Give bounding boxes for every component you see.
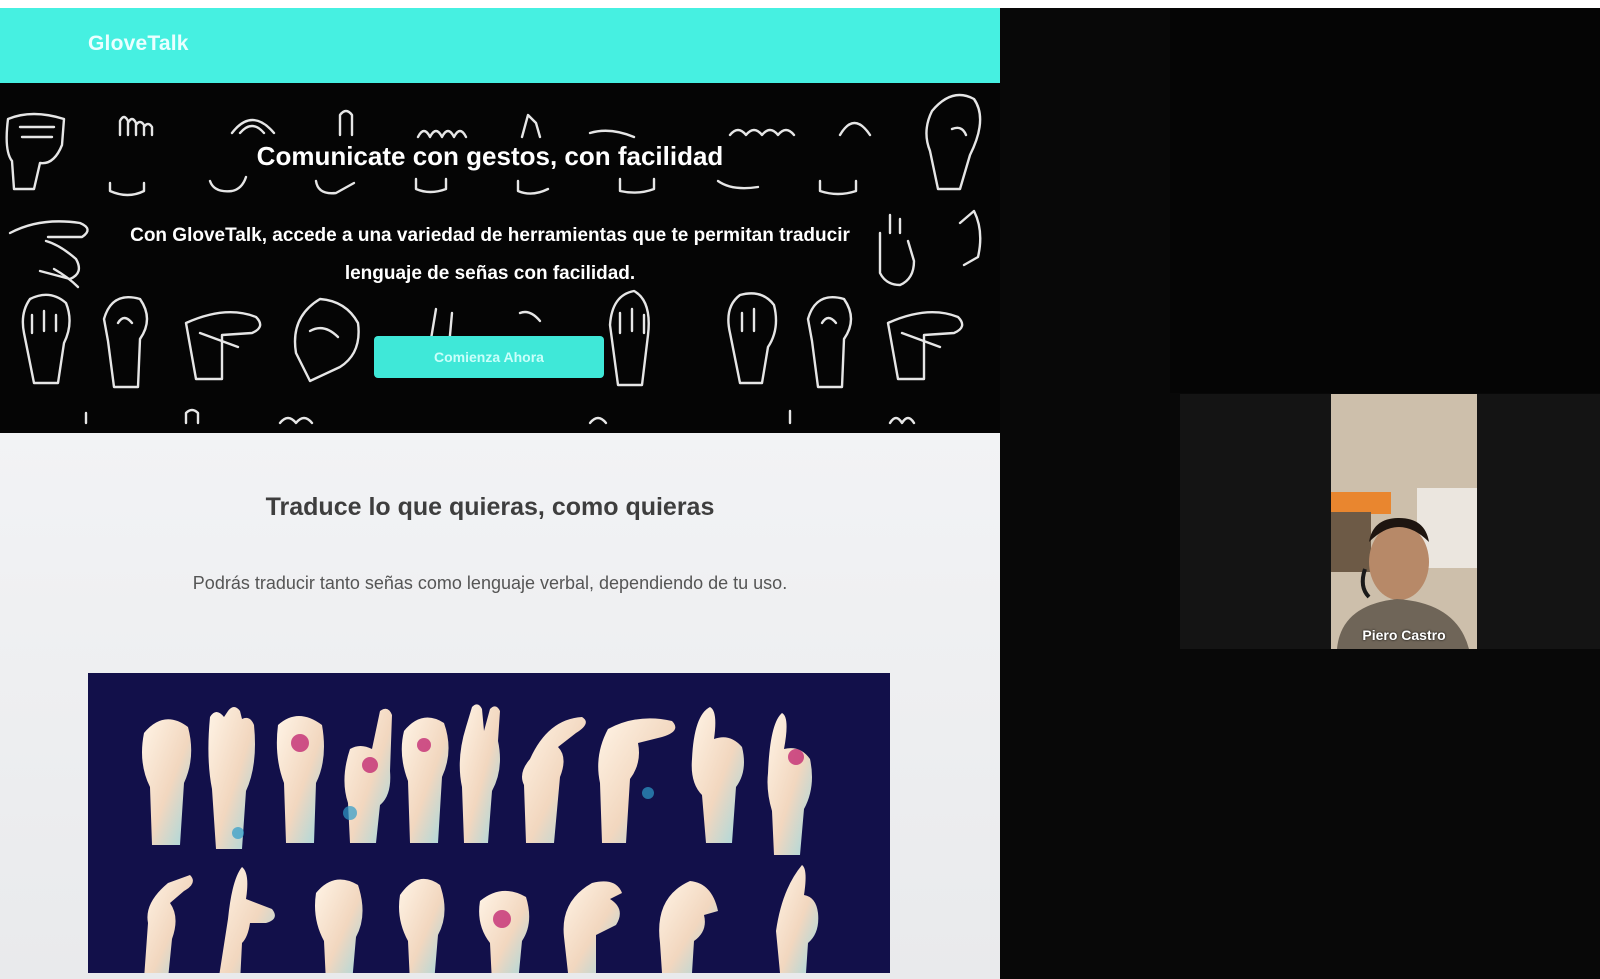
hero-subtitle: Con GloveTalk, accede a una variedad de … [130,225,850,284]
navbar: GloveTalk [0,8,1000,83]
shared-webpage: GloveTalk Comunicate con gestos, con fac… [0,8,1000,979]
hero-section: Comunicate con gestos, con facilidad Con… [0,83,1000,433]
section-description: Podrás traducir tanto señas como lenguaj… [192,573,788,593]
top-strip [0,0,1600,8]
hero-title: Comunicate con gestos, con facilidad [256,141,724,171]
meeting-empty-area [1170,8,1600,393]
participant-avatar-icon [1331,394,1477,649]
get-started-button[interactable]: Comienza Ahora [374,336,604,378]
sign-language-alphabet-image [88,673,890,973]
section-title: Traduce lo que quieras, como quieras [265,493,715,521]
translate-section: Traduce lo que quieras, como quieras Pod… [0,433,1000,979]
brand-logo-text[interactable]: GloveTalk [88,32,189,56]
hand-sign-illustration-icon [142,704,819,973]
participant-video-tile[interactable]: Piero Castro [1331,394,1477,649]
participant-name: Piero Castro [1362,627,1446,643]
